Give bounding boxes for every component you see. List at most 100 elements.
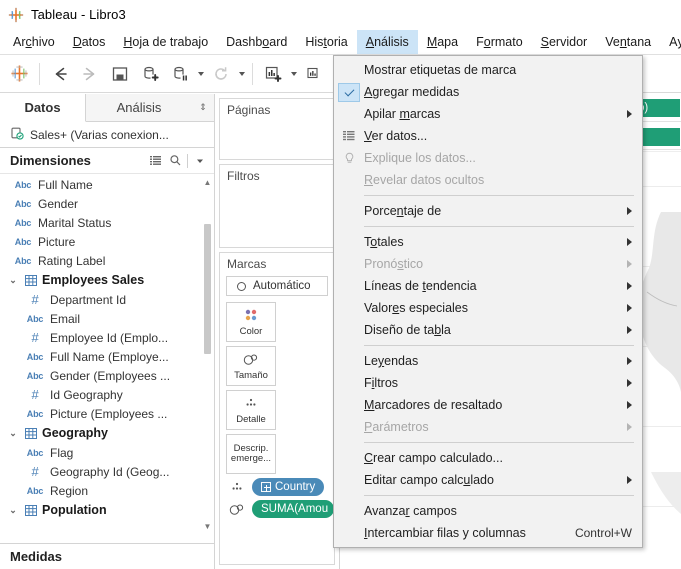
folder-population[interactable]: ⌄ Population (0, 500, 214, 520)
analysis-dropdown-menu[interactable]: Mostrar etiquetas de marca Agregar medida… (333, 55, 643, 548)
mark-type-selector[interactable]: Automático (226, 276, 328, 296)
color-button[interactable]: Color (226, 302, 276, 342)
filters-card[interactable]: Filtros (219, 164, 335, 248)
refresh-dropdown-caret-icon[interactable] (236, 59, 247, 89)
chevron-down-icon[interactable]: ⌄ (6, 275, 20, 286)
marks-buttons: Color Tamaño Detalle Descrip. emerge... (220, 296, 334, 474)
list-view-icon[interactable] (145, 151, 165, 171)
menu-item-avanzar-campos[interactable]: Avanzar campos (334, 500, 642, 522)
menu-item-apilar-marcas[interactable]: Apilar marcas (334, 103, 642, 125)
menu-item-leyendas[interactable]: Leyendas (334, 350, 642, 372)
scroll-up-icon[interactable]: ▲ (202, 176, 213, 189)
search-icon[interactable] (165, 151, 185, 171)
menu-an-lisis[interactable]: Análisis (356, 30, 418, 54)
menu-item-l-neas-de-tendencia[interactable]: Líneas de tendencia (334, 275, 642, 297)
field-picture-employees[interactable]: Abc Picture (Employees ... (0, 404, 214, 423)
field-picture[interactable]: Abc Picture (0, 232, 214, 251)
field-rating-label[interactable]: Abc Rating Label (0, 251, 214, 270)
field-list[interactable]: Abc Full Name Abc Gender Abc Marital Status Ab… (0, 174, 214, 543)
chevron-down-icon[interactable] (190, 151, 210, 171)
menu-ventana[interactable]: Ve n tana (596, 30, 660, 54)
menu-item-dise-o-de-tabla[interactable]: Diseño de tabla (334, 319, 642, 341)
menu-item-label: Marcadores de resaltado (364, 398, 503, 412)
field-geography-id-geog[interactable]: # Geography Id (Geog... (0, 462, 214, 481)
field-id-geography[interactable]: # Id Geography (0, 385, 214, 404)
menu-item-porcentaje-de[interactable]: Porcentaje de (334, 200, 642, 222)
menu-item-intercambiar-filas-y-columnas[interactable]: Intercambiar filas y columnas Control+W (334, 522, 642, 544)
grid-icon (334, 130, 364, 142)
menu-item-ver-datos[interactable]: Ver datos... (334, 125, 642, 147)
menu-archivo[interactable]: Ar c hivo (4, 30, 64, 54)
tooltip-button[interactable]: Descrip. emerge... (226, 434, 276, 474)
menu-historia[interactable]: His t oria (296, 30, 356, 54)
refresh-icon[interactable] (206, 59, 236, 89)
menu-item-agregar-medidas[interactable]: Agregar medidas (334, 81, 642, 103)
mark-pill-row-sum-amount[interactable]: SUMA(Amou (220, 496, 334, 518)
color-dots-icon (242, 308, 260, 325)
new-dashboard-icon[interactable] (299, 59, 329, 89)
tableau-logo-icon (8, 7, 24, 23)
menu-item-crear-campo-calculado[interactable]: Crear campo calculado... (334, 447, 642, 469)
menu-item-mostrar-etiquetas-de-marca[interactable]: Mostrar etiquetas de marca (334, 59, 642, 81)
menu-item-editar-campo-calculado[interactable]: Editar campo calculado (334, 469, 642, 491)
menu-mapa[interactable]: Mapa (418, 30, 467, 54)
menu-hoja-de-trabajo[interactable]: Hoja de trabajo (114, 30, 217, 54)
field-department-id[interactable]: # Department Id (0, 290, 214, 309)
menu-formato[interactable]: Fo rmato (467, 30, 532, 54)
pages-card[interactable]: Páginas (219, 98, 335, 160)
menu-item-totales[interactable]: Totales (334, 231, 642, 253)
expand-plus-icon[interactable] (261, 482, 271, 492)
pane-resize-arrows-icon[interactable]: ⇕ (192, 94, 214, 121)
field-list-scrollbar[interactable]: ▲ ▼ (202, 174, 213, 543)
field-region[interactable]: Abc Region (0, 481, 214, 500)
tab-datos[interactable]: Datos (0, 94, 86, 122)
pause-dropdown-caret-icon[interactable] (195, 59, 206, 89)
menu-ayuda[interactable]: Ayuda (660, 30, 681, 54)
pill-sum-amount[interactable]: SUMA(Amou (252, 500, 334, 518)
tab-analisis[interactable]: Análisis (86, 94, 192, 121)
data-source-row[interactable]: Sales+ (Varias conexion... (0, 122, 214, 148)
marks-card[interactable]: Marcas Automático Color Tamaño Detalle D… (219, 252, 335, 565)
menu-dashboard[interactable]: Dashb o ard (217, 30, 296, 54)
field-marital-status[interactable]: Abc Marital Status (0, 213, 214, 232)
pause-auto-updates-icon[interactable] (165, 59, 195, 89)
chevron-down-icon[interactable]: ⌄ (6, 505, 20, 516)
field-full-name[interactable]: Abc Full Name (0, 175, 214, 194)
table-icon (20, 427, 42, 439)
menu-item-valores-especiales[interactable]: Valores especiales (334, 297, 642, 319)
field-label: Full Name (38, 177, 93, 192)
folder-employees-sales[interactable]: ⌄ Employees Sales (0, 270, 214, 290)
field-gender[interactable]: Abc Gender (0, 194, 214, 213)
menu-datos[interactable]: Datos (64, 30, 115, 54)
number-field-icon: # (31, 292, 39, 307)
scrollbar-thumb[interactable] (204, 224, 211, 354)
field-full-name-employe[interactable]: Abc Full Name (Employe... (0, 347, 214, 366)
field-employee-id-emplo[interactable]: # Employee Id (Emplo... (0, 328, 214, 347)
tableau-home-icon[interactable] (4, 59, 34, 89)
scroll-down-icon[interactable]: ▼ (202, 520, 213, 533)
back-icon[interactable] (45, 59, 75, 89)
menu-item-filtros[interactable]: Filtros (334, 372, 642, 394)
field-flag[interactable]: Abc Flag (0, 443, 214, 462)
pill-country[interactable]: Country (252, 478, 325, 496)
menu-item-label: Totales (364, 235, 404, 249)
detail-button[interactable]: Detalle (226, 390, 276, 430)
new-data-source-icon[interactable] (135, 59, 165, 89)
menu-servidor[interactable]: Servidor (532, 30, 597, 54)
new-worksheet-icon[interactable] (258, 59, 288, 89)
chevron-down-icon[interactable]: ⌄ (6, 428, 20, 439)
field-email[interactable]: Abc Email (0, 309, 214, 328)
text-field-icon: Abc (26, 485, 44, 496)
forward-icon[interactable] (75, 59, 105, 89)
lightbulb-icon (334, 152, 364, 165)
size-button[interactable]: Tamaño (226, 346, 276, 386)
save-icon[interactable] (105, 59, 135, 89)
field-gender-employees[interactable]: Abc Gender (Employees ... (0, 366, 214, 385)
menu-item-marcadores-de-resaltado[interactable]: Marcadores de resaltado (334, 394, 642, 416)
field-label: Employee Id (Emplo... (50, 330, 169, 345)
text-field-icon: Abc (26, 370, 44, 381)
header-divider (187, 153, 188, 168)
new-worksheet-caret-icon[interactable] (288, 59, 299, 89)
mark-pill-row-country[interactable]: Country (220, 474, 334, 496)
folder-geography[interactable]: ⌄ Geography (0, 423, 214, 443)
